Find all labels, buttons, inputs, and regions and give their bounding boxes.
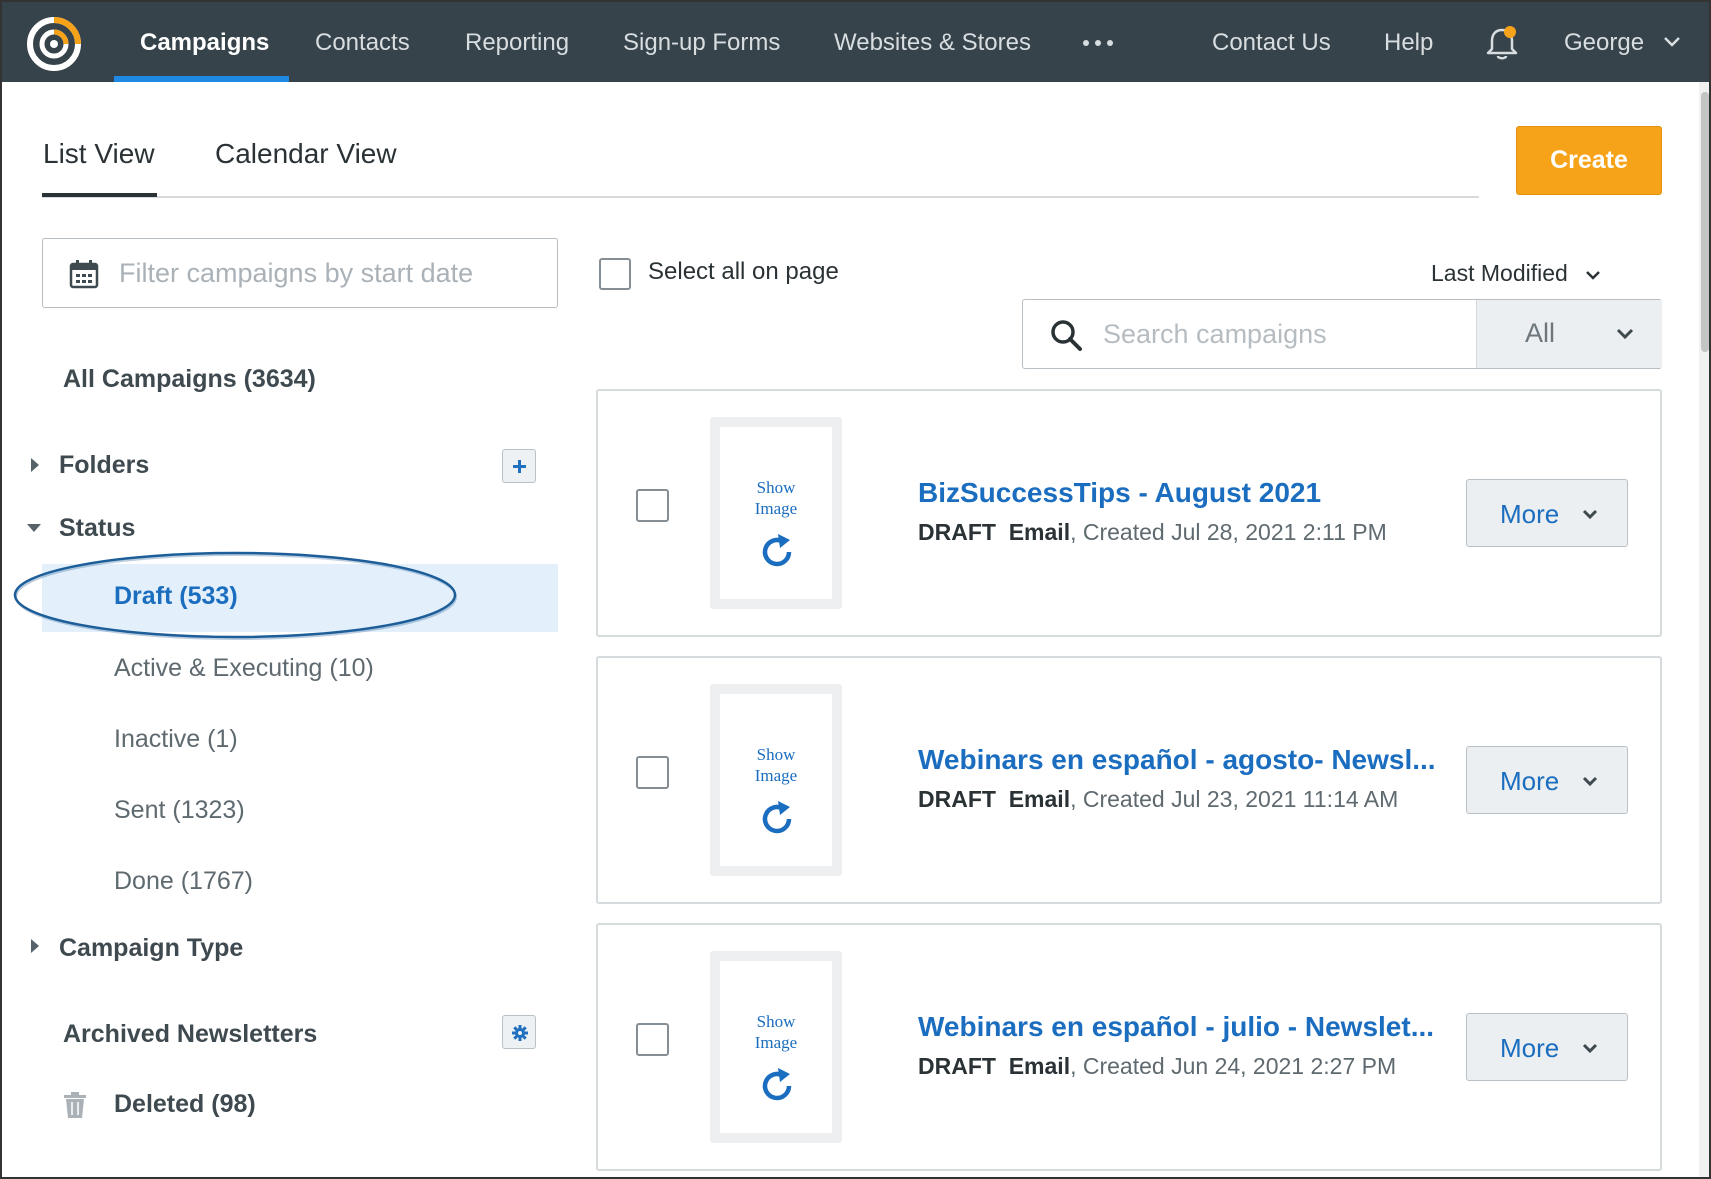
deleted-link[interactable]: Deleted (98): [114, 1090, 256, 1119]
archive-settings-button[interactable]: [502, 1015, 536, 1049]
campaign-meta: DRAFT Email, Created Jul 28, 2021 2:11 P…: [918, 519, 1387, 546]
nav-more-icon[interactable]: [1080, 30, 1116, 54]
expand-folders-icon[interactable]: [31, 458, 39, 472]
campaign-thumbnail[interactable]: Show Image: [710, 417, 842, 609]
campaign-title[interactable]: Webinars en español - julio - Newslet...: [918, 1011, 1434, 1043]
highlight-ellipse: [13, 551, 457, 640]
campaign-meta: DRAFT Email, Created Jun 24, 2021 2:27 P…: [918, 1053, 1396, 1080]
nav-contact-us[interactable]: Contact Us: [1212, 2, 1331, 82]
more-button[interactable]: More: [1466, 746, 1628, 814]
campaign-status: DRAFT: [918, 1053, 996, 1079]
select-all-checkbox[interactable]: [599, 258, 631, 290]
nav-reporting[interactable]: Reporting: [465, 2, 569, 82]
create-button[interactable]: Create: [1516, 126, 1662, 195]
show-image-label[interactable]: Image: [755, 766, 797, 785]
campaign-thumbnail[interactable]: Show Image: [710, 951, 842, 1143]
campaign-status: DRAFT: [918, 519, 996, 545]
search-bar: All: [1022, 299, 1662, 369]
sort-dropdown[interactable]: Last Modified: [1431, 260, 1568, 287]
status-inactive[interactable]: Inactive (1): [114, 725, 238, 754]
more-button-label: More: [1500, 1033, 1560, 1063]
calendar-icon[interactable]: [69, 259, 99, 289]
campaign-card: Show Image Webinars en español - julio - N…: [596, 923, 1662, 1171]
scrollbar[interactable]: [1699, 82, 1709, 1177]
campaign-thumbnail[interactable]: Show Image: [710, 684, 842, 876]
tabs-divider: [42, 196, 1479, 198]
show-image-label[interactable]: Image: [755, 1033, 797, 1052]
scrollbar-thumb[interactable]: [1701, 92, 1709, 352]
trash-icon: [64, 1092, 86, 1118]
show-image-label[interactable]: Image: [755, 499, 797, 518]
campaign-status: DRAFT: [918, 786, 996, 812]
refresh-icon[interactable]: [756, 1065, 798, 1107]
nav-websites-stores[interactable]: Websites & Stores: [834, 2, 1031, 82]
campaign-type: Email: [1008, 786, 1071, 812]
archived-newsletters-link[interactable]: Archived Newsletters: [63, 1020, 317, 1049]
show-image-label[interactable]: Show: [757, 1012, 796, 1031]
status-active-executing[interactable]: Active & Executing (10): [114, 654, 374, 683]
notification-bell-icon[interactable]: [1484, 24, 1520, 62]
search-icon: [1051, 320, 1082, 351]
chevron-down-icon[interactable]: [1584, 267, 1602, 285]
active-tab-indicator: [42, 193, 157, 197]
campaign-checkbox[interactable]: [636, 756, 669, 789]
campaign-title[interactable]: BizSuccessTips - August 2021: [918, 477, 1321, 509]
campaign-card: Show Image BizSuccessTips - August 2021 DRA…: [596, 389, 1662, 637]
campaign-meta: DRAFT Email, Created Jul 23, 2021 11:14 …: [918, 786, 1398, 813]
refresh-icon[interactable]: [756, 798, 798, 840]
campaign-type: Email: [1008, 519, 1071, 545]
status-heading[interactable]: Status: [59, 514, 135, 543]
show-image-label[interactable]: Show: [757, 745, 796, 764]
app-frame: Campaigns Contacts Reporting Sign-up For…: [0, 0, 1711, 1179]
refresh-icon[interactable]: [756, 531, 798, 573]
gear-icon: [512, 1025, 528, 1041]
chevron-down-icon: [1582, 1043, 1598, 1054]
search-input[interactable]: [1103, 302, 1473, 366]
more-button-label: More: [1500, 766, 1560, 796]
status-done[interactable]: Done (1767): [114, 867, 253, 896]
show-image-label[interactable]: Show: [757, 478, 796, 497]
chevron-down-icon: [1582, 776, 1598, 787]
campaign-created: , Created Jun 24, 2021 2:27 PM: [1070, 1053, 1397, 1079]
folders-heading[interactable]: Folders: [59, 451, 149, 480]
user-menu[interactable]: George: [1564, 2, 1644, 82]
constant-contact-logo[interactable]: [26, 12, 86, 72]
tab-calendar-view[interactable]: Calendar View: [215, 138, 397, 170]
more-button[interactable]: More: [1466, 479, 1628, 547]
add-folder-button[interactable]: [502, 449, 536, 483]
campaign-type-select[interactable]: All: [1476, 300, 1662, 368]
chevron-down-icon: [1616, 328, 1634, 340]
chevron-down-icon: [1582, 509, 1598, 520]
nav-campaigns[interactable]: Campaigns: [140, 2, 269, 82]
nav-contacts[interactable]: Contacts: [315, 2, 410, 82]
nav-signup-forms[interactable]: Sign-up Forms: [623, 2, 780, 82]
campaign-card: Show Image Webinars en español - agosto- N…: [596, 656, 1662, 904]
more-button-label: More: [1500, 499, 1560, 529]
campaign-type-heading[interactable]: Campaign Type: [59, 934, 243, 963]
expand-campaign-type-icon[interactable]: [31, 939, 39, 953]
campaign-type-value: All: [1525, 318, 1556, 348]
nav-help[interactable]: Help: [1384, 2, 1433, 82]
campaign-type: Email: [1008, 1053, 1071, 1079]
tab-list-view[interactable]: List View: [43, 138, 155, 170]
date-filter: [42, 238, 558, 308]
campaign-created: , Created Jul 23, 2021 11:14 AM: [1070, 786, 1399, 812]
campaign-checkbox[interactable]: [636, 489, 669, 522]
more-button[interactable]: More: [1466, 1013, 1628, 1081]
top-nav: Campaigns Contacts Reporting Sign-up For…: [2, 2, 1709, 82]
campaign-checkbox[interactable]: [636, 1023, 669, 1056]
all-campaigns-link[interactable]: All Campaigns (3634): [63, 365, 316, 394]
select-all-label[interactable]: Select all on page: [648, 258, 839, 286]
collapse-status-icon[interactable]: [27, 524, 41, 532]
status-sent[interactable]: Sent (1323): [114, 796, 245, 825]
date-filter-input[interactable]: [119, 241, 529, 305]
campaign-created: , Created Jul 28, 2021 2:11 PM: [1070, 519, 1387, 545]
active-nav-indicator: [114, 76, 289, 82]
chevron-down-icon[interactable]: [1662, 32, 1682, 52]
campaign-title[interactable]: Webinars en español - agosto- Newsl...: [918, 744, 1436, 776]
